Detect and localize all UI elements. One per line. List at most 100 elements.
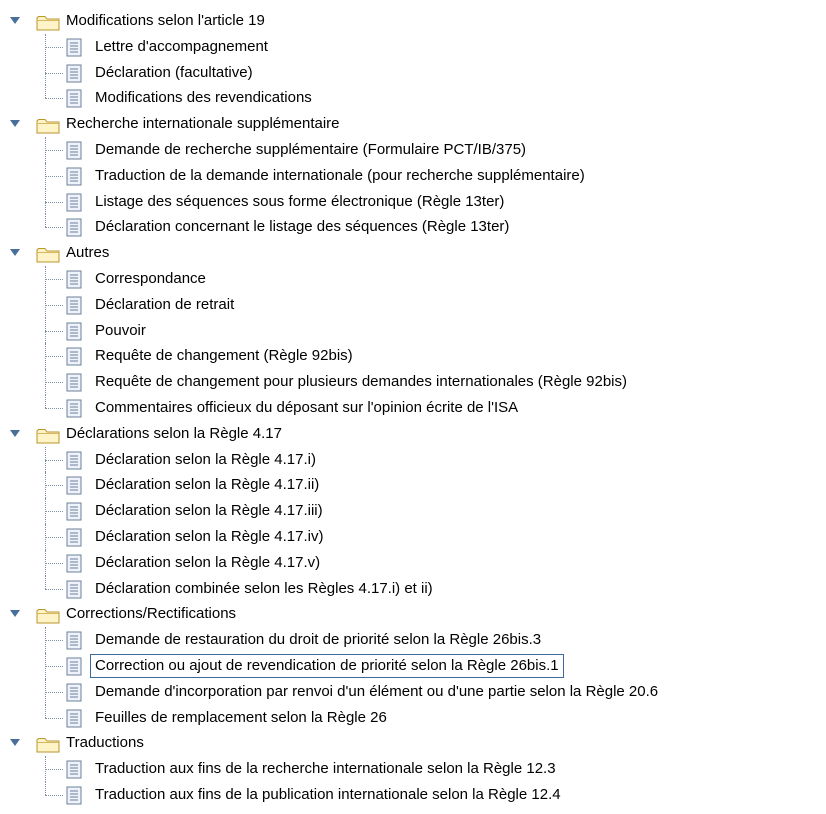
folder-label: Déclarations selon la Règle 4.17 <box>66 424 282 442</box>
tree-item-selected[interactable]: Correction ou ajout de revendication de … <box>0 652 826 679</box>
tree-connector-line <box>45 85 46 99</box>
folder-icon <box>36 14 60 31</box>
item-label: Requête de changement (Règle 92bis) <box>95 347 353 365</box>
item-label: Pouvoir <box>95 321 146 339</box>
tree-item[interactable]: Déclaration (facultative) <box>0 59 826 86</box>
tree-item[interactable]: Demande d'incorporation par renvoi d'un … <box>0 678 826 705</box>
document-icon <box>66 631 82 650</box>
tree-item[interactable]: Déclaration concernant le listage des sé… <box>0 214 826 240</box>
item-label: Déclaration selon la Règle 4.17.iv) <box>95 527 324 545</box>
item-label: Déclaration concernant le listage des sé… <box>95 218 510 236</box>
tree-connector-line <box>45 717 63 719</box>
document-icon <box>66 683 82 702</box>
expand-toggle-icon[interactable] <box>10 17 20 24</box>
tree-connector-line <box>45 201 63 203</box>
document-icon <box>66 296 82 315</box>
document-icon <box>66 347 82 366</box>
tree-connector-line <box>45 394 46 408</box>
item-label: Traduction aux fins de la recherche inte… <box>95 760 556 778</box>
tree-connector-line <box>45 407 63 409</box>
tree-item[interactable]: Commentaires officieux du déposant sur l… <box>0 394 826 421</box>
tree-connector-line <box>45 691 63 693</box>
item-label: Demande d'incorporation par renvoi d'un … <box>95 682 659 700</box>
document-icon <box>66 580 82 599</box>
folder-icon <box>36 736 60 753</box>
tree-item[interactable]: Demande de recherche supplémentaire (For… <box>0 136 826 163</box>
item-label: Déclaration (facultative) <box>95 63 253 81</box>
tree-item[interactable]: Déclaration selon la Règle 4.17.i) <box>0 446 826 473</box>
tree-folder[interactable]: Traductions <box>0 730 826 756</box>
tree-connector-line <box>45 485 63 487</box>
item-label: Correction ou ajout de revendication de … <box>90 653 564 678</box>
tree-item[interactable]: Pouvoir <box>0 317 826 344</box>
document-icon <box>66 554 82 573</box>
tree-item[interactable]: Déclaration combinée selon les Règles 4.… <box>0 575 826 602</box>
item-label: Déclaration combinée selon les Règles 4.… <box>95 579 433 597</box>
tree-connector-line <box>45 382 63 384</box>
item-label: Lettre d'accompagnement <box>95 37 268 55</box>
document-icon <box>66 141 82 160</box>
tree-item[interactable]: Déclaration selon la Règle 4.17.ii) <box>0 472 826 499</box>
item-label: Requête de changement pour plusieurs dem… <box>95 373 628 391</box>
folder-icon <box>36 117 60 134</box>
item-label: Déclaration selon la Règle 4.17.i) <box>95 450 316 468</box>
document-icon <box>66 373 82 392</box>
tree-connector-line <box>45 278 63 280</box>
tree-item[interactable]: Listage des séquences sous forme électro… <box>0 188 826 215</box>
tree-item[interactable]: Déclaration selon la Règle 4.17.iv) <box>0 523 826 550</box>
tree-connector-line <box>45 149 63 151</box>
tree-item[interactable]: Traduction de la demande internationale … <box>0 162 826 189</box>
tree-item[interactable]: Déclaration selon la Règle 4.17.iii) <box>0 498 826 524</box>
document-icon <box>66 709 82 728</box>
document-icon <box>66 760 82 779</box>
folder-label: Corrections/Rectifications <box>66 605 237 623</box>
tree-item[interactable]: Demande de restauration du droit de prio… <box>0 627 826 653</box>
tree-connector-line <box>45 536 63 538</box>
document-icon <box>66 270 82 289</box>
folder-label: Modifications selon l'article 19 <box>66 12 265 29</box>
item-label: Déclaration selon la Règle 4.17.iii) <box>95 502 323 520</box>
tree-item[interactable]: Modifications des revendications <box>0 85 826 111</box>
tree-item[interactable]: Traduction aux fins de la publication in… <box>0 781 826 808</box>
tree-folder[interactable]: Déclarations selon la Règle 4.17 <box>0 421 826 447</box>
item-label: Déclaration selon la Règle 4.17.ii) <box>95 476 320 494</box>
tree-connector-line <box>45 98 63 100</box>
expand-toggle-icon[interactable] <box>10 120 20 128</box>
document-icon <box>66 786 82 805</box>
document-icon <box>66 476 82 495</box>
item-label: Déclaration selon la Règle 4.17.v) <box>95 553 321 571</box>
document-icon <box>66 502 82 521</box>
tree-folder[interactable]: Autres <box>0 240 826 266</box>
tree-item[interactable]: Correspondance <box>0 265 826 292</box>
tree-item[interactable]: Feuilles de remplacement selon la Règle … <box>0 704 826 731</box>
folder-icon <box>36 607 60 624</box>
document-icon <box>66 322 82 341</box>
tree-item[interactable]: Lettre d'accompagnement <box>0 33 826 60</box>
tree-item[interactable]: Requête de changement (Règle 92bis) <box>0 343 826 370</box>
folder-label: Traductions <box>66 734 144 752</box>
document-icon <box>66 64 82 83</box>
item-label: Listage des séquences sous forme électro… <box>95 192 505 210</box>
tree-item[interactable]: Déclaration selon la Règle 4.17.v) <box>0 549 826 576</box>
tree-connector-line <box>45 214 46 228</box>
tree-item[interactable]: Requête de changement pour plusieurs dem… <box>0 369 826 395</box>
tree-connector-line <box>45 72 63 74</box>
tree-folder[interactable]: Corrections/Rectifications <box>0 601 826 627</box>
expand-toggle-icon[interactable] <box>10 739 20 747</box>
document-icon <box>66 218 82 237</box>
tree-connector-line <box>45 175 63 177</box>
tree-connector-line <box>45 562 63 564</box>
document-icon <box>66 399 82 418</box>
tree-folder[interactable]: Recherche internationale supplémentaire <box>0 111 826 137</box>
item-label: Traduction de la demande internationale … <box>95 166 585 184</box>
expand-toggle-icon[interactable] <box>10 610 20 618</box>
tree-connector-line <box>45 781 46 795</box>
folder-label: Recherche internationale supplémentaire <box>66 115 340 133</box>
tree-item[interactable]: Déclaration de retrait <box>0 291 826 318</box>
tree-folder[interactable]: Modifications selon l'article 19 <box>0 8 826 34</box>
document-icon <box>66 451 82 470</box>
folder-label: Autres <box>66 244 110 262</box>
expand-toggle-icon[interactable] <box>10 429 20 437</box>
tree-item[interactable]: Traduction aux fins de la recherche inte… <box>0 756 826 782</box>
expand-toggle-icon[interactable] <box>10 249 20 257</box>
